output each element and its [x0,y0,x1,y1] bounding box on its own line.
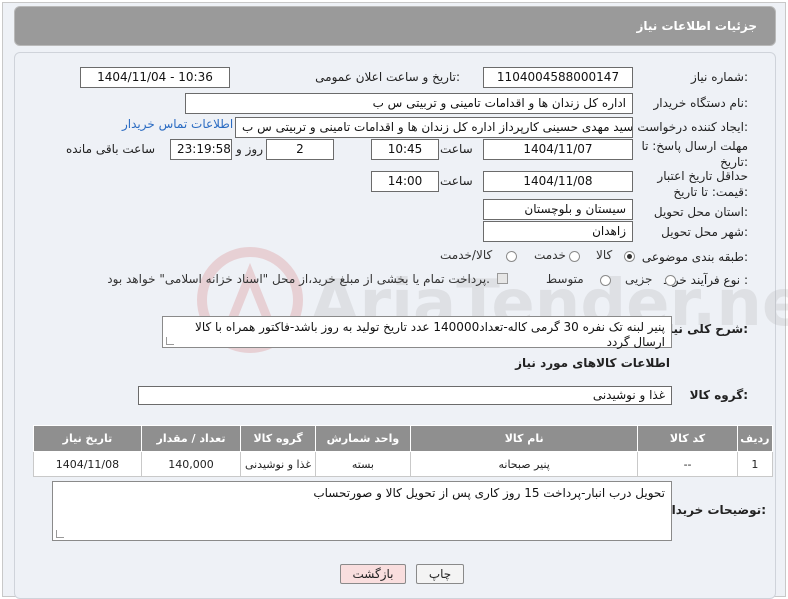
cell-row: 1 [736,451,774,477]
page-header: جزئیات اطلاعات نیاز [14,6,776,46]
buyer-field[interactable]: اداره کل زندان ها و اقدامات تامینی و ترب… [185,93,633,114]
city-field[interactable]: زاهدان [483,221,633,242]
buyer-notes-text: تحویل درب انبار-پرداخت 15 روز کاری پس از… [313,486,665,500]
col-need-date: تاریخ نیاز [33,425,142,452]
process-option-partial: جزیی [625,272,653,286]
buyer-notes-label: توضیحات خریدار: [664,503,766,517]
days-field[interactable]: 2 [266,139,334,160]
reply-time-label: ساعت [440,142,473,156]
col-group: گروه کالا [240,425,316,452]
category-option-goods-service: کالا/خدمت [440,248,493,262]
page-title: جزئیات اطلاعات نیاز [636,19,757,33]
contact-buyer-link[interactable]: اطلاعات تماس خریدار [122,117,233,131]
reply-time-field[interactable]: 10:45 [371,139,439,160]
treasury-note: پرداخت تمام یا بخشی از مبلغ خرید،از محل … [107,272,490,286]
cell-group: غذا و نوشیدنی [240,451,316,477]
remaining-label: ساعت باقی مانده [66,142,156,156]
process-radio-partial[interactable] [665,275,676,286]
goods-section-title: اطلاعات کالاهای مورد نیاز [515,356,670,370]
cell-quantity: 140,000 [140,451,242,477]
category-radio-goods[interactable] [624,251,635,262]
cell-name: پنیر صبحانه [409,451,639,477]
remaining-time-field[interactable]: 23:19:58 [170,139,232,160]
category-radio-goods-service[interactable] [506,251,517,262]
resize-handle-icon[interactable] [166,337,174,345]
col-code: کد کالا [637,425,738,452]
print-button[interactable]: چاپ [416,564,464,584]
province-label: استان محل تحویل: [653,205,748,219]
cell-need-date: 1404/11/08 [33,451,142,477]
reply-deadline-label: مهلت ارسال پاسخ: تا تاریخ: [641,139,748,169]
creator-label: ایجاد کننده درخواست: [637,120,748,134]
col-quantity: تعداد / مقدار [140,425,242,452]
process-radio-medium[interactable] [600,275,611,286]
buyer-label: نام دستگاه خریدار: [653,96,749,110]
table-row[interactable]: 1404/11/08 140,000 غذا و نوشیدنی بسته پن… [33,451,774,477]
resize-handle-icon[interactable] [56,530,64,538]
buyer-notes-textarea[interactable]: تحویل درب انبار-پرداخت 15 روز کاری پس از… [52,481,672,541]
process-option-medium: متوسط [546,272,584,286]
price-time-label: ساعت [440,174,473,188]
goods-table-header: تاریخ نیاز تعداد / مقدار گروه کالا واحد … [33,425,774,452]
col-unit: واحد شمارش [314,425,411,452]
goods-group-label: گروه کالا: [689,388,748,402]
goods-group-field[interactable]: غذا و نوشیدنی [138,386,672,405]
category-label: طبقه بندی موضوعی: [641,250,748,264]
description-textarea[interactable]: پنیر لبنه تک نفره 30 گرمی کاله-تعداد1400… [162,316,672,349]
description-text: پنیر لبنه تک نفره 30 گرمی کاله-تعداد1400… [195,320,665,349]
announce-label: تاریخ و ساعت اعلان عمومی: [315,70,460,84]
col-name: نام کالا [409,425,639,452]
city-label: شهر محل تحویل: [661,225,748,239]
announce-field[interactable]: 1404/11/04 - 10:36 [80,67,230,88]
need-number-field[interactable]: 1104004588000147 [483,67,633,88]
need-number-label: شماره نیاز: [690,70,748,84]
goods-table: تاریخ نیاز تعداد / مقدار گروه کالا واحد … [33,425,774,477]
price-time-field[interactable]: 14:00 [371,171,439,192]
cell-code: -- [637,451,738,477]
days-label: روز و [236,142,263,156]
col-row: ردیف [736,425,774,452]
price-deadline-label: حداقل تاریخ اعتبار قیمت: تا تاریخ: [657,169,748,199]
cell-unit: بسته [314,451,411,477]
description-label: شرح کلی نیاز: [662,322,748,336]
treasury-checkbox[interactable] [497,273,508,284]
category-option-service: خدمت [534,248,566,262]
creator-field[interactable]: سید مهدی حسینی کارپرداز اداره کل زندان ه… [235,117,633,138]
category-radio-service[interactable] [569,251,580,262]
province-field[interactable]: سیستان و بلوچستان [483,199,633,220]
back-button[interactable]: بازگشت [340,564,406,584]
reply-date-field[interactable]: 1404/11/07 [483,139,633,160]
price-date-field[interactable]: 1404/11/08 [483,171,633,192]
category-option-goods: کالا [596,248,613,262]
